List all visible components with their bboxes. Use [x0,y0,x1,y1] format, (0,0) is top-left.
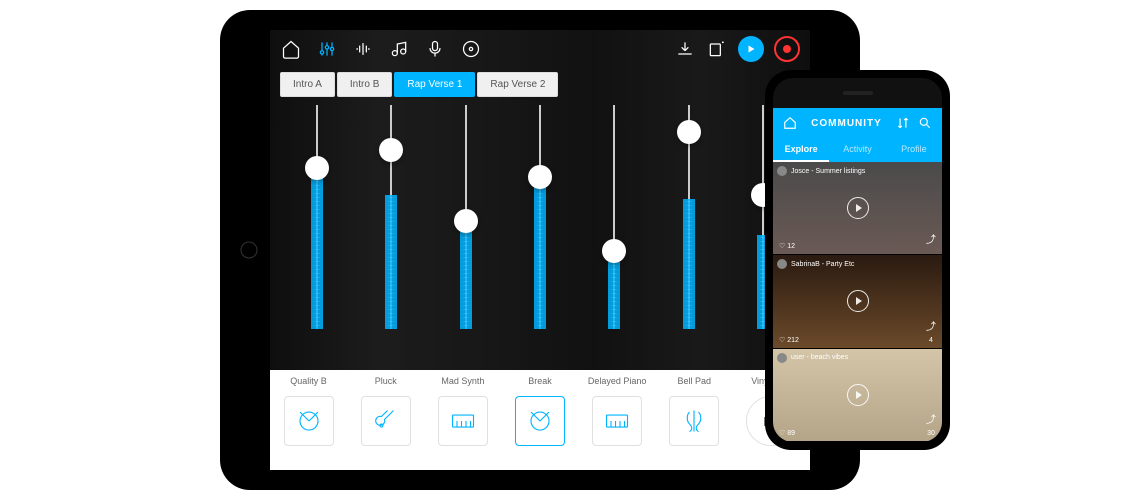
phone-tabs: Explore Activity Profile [773,138,942,162]
disc-icon[interactable] [460,38,482,60]
page-title: COMMUNITY [811,118,882,129]
tab-explore[interactable]: Explore [773,138,829,162]
comment-count: 4 [929,337,933,344]
share-icon[interactable]: ⤴ [926,231,936,246]
mixer-track [510,105,570,335]
mixer-track [436,105,496,335]
record-button[interactable] [774,36,800,62]
sort-icon[interactable] [896,116,910,130]
volume-slider[interactable] [390,105,392,329]
feed-post[interactable]: SabrinaB - Party Etc ♡ 212 ⤴ 4 [773,255,942,348]
home-icon[interactable] [783,116,797,130]
home-icon[interactable] [280,38,302,60]
share-icon[interactable]: ⤴ [926,318,936,333]
track-label: Delayed Piano [587,376,647,386]
section-tab[interactable]: Intro A [280,72,335,97]
tablet-device: Intro A Intro B Rap Verse 1 Rap Verse 2 … [220,10,860,490]
instrument-drum[interactable] [284,396,334,446]
phone-header: COMMUNITY [773,108,942,138]
feed-post[interactable]: user - beach vibes ♡ 89 ⤴ 30 [773,349,942,442]
volume-slider[interactable] [539,105,541,329]
mixer-area [270,105,810,335]
mixer-icon[interactable] [316,38,338,60]
share-icon[interactable]: ⤴ [926,411,936,426]
section-tabs: Intro A Intro B Rap Verse 1 Rap Verse 2 [280,72,800,97]
tab-profile[interactable]: Profile [886,138,942,162]
instrument-strip: Quality B Pluck Mad Synth Break Delayed Pian… [270,370,810,470]
avatar [777,259,787,269]
track-label: Mad Synth [433,376,493,386]
mixer-track [361,105,421,335]
waveform-icon[interactable] [352,38,374,60]
like-count[interactable]: ♡ 12 [779,242,795,250]
avatar [777,353,787,363]
instrument-guitar[interactable] [361,396,411,446]
tab-activity[interactable]: Activity [829,138,885,162]
track-label: Bell Pad [664,376,724,386]
instrument-strings[interactable] [669,396,719,446]
play-icon[interactable] [847,197,869,219]
volume-slider[interactable] [688,105,690,329]
search-icon[interactable] [918,116,932,130]
track-label: Break [510,376,570,386]
instrument-drum[interactable] [515,396,565,446]
top-toolbar [270,30,810,68]
play-icon[interactable] [847,384,869,406]
track-label: Quality B [279,376,339,386]
mixer-track [659,105,719,335]
feed: Josce - Summer listings ♡ 12 ⤴SabrinaB -… [773,162,942,442]
post-title: Josce - Summer listings [791,168,865,175]
avatar [777,166,787,176]
post-title: SabrinaB - Party Etc [791,261,854,268]
music-note-icon[interactable] [388,38,410,60]
instrument-synth[interactable] [438,396,488,446]
play-icon[interactable] [847,290,869,312]
tablet-home-button[interactable] [240,241,258,259]
post-title: user - beach vibes [791,354,848,361]
section-tab[interactable]: Rap Verse 1 [394,72,475,97]
play-button[interactable] [738,36,764,62]
like-count[interactable]: ♡ 212 [779,336,799,344]
volume-slider[interactable] [316,105,318,329]
volume-slider[interactable] [762,105,764,329]
section-tab[interactable]: Intro B [337,72,392,97]
volume-slider[interactable] [613,105,615,329]
mixer-track [584,105,644,335]
section-tab[interactable]: Rap Verse 2 [477,72,558,97]
feed-post[interactable]: Josce - Summer listings ♡ 12 ⤴ [773,162,942,255]
like-count[interactable]: ♡ 89 [779,429,795,437]
track-label: Pluck [356,376,416,386]
phone-device: COMMUNITY Explore Activity Profile Josce… [765,70,950,450]
comment-count: 30 [927,430,935,437]
instrument-synth[interactable] [592,396,642,446]
add-track-icon[interactable] [706,38,728,60]
download-icon[interactable] [674,38,696,60]
mixer-track [287,105,347,335]
mic-icon[interactable] [424,38,446,60]
volume-slider[interactable] [465,105,467,329]
